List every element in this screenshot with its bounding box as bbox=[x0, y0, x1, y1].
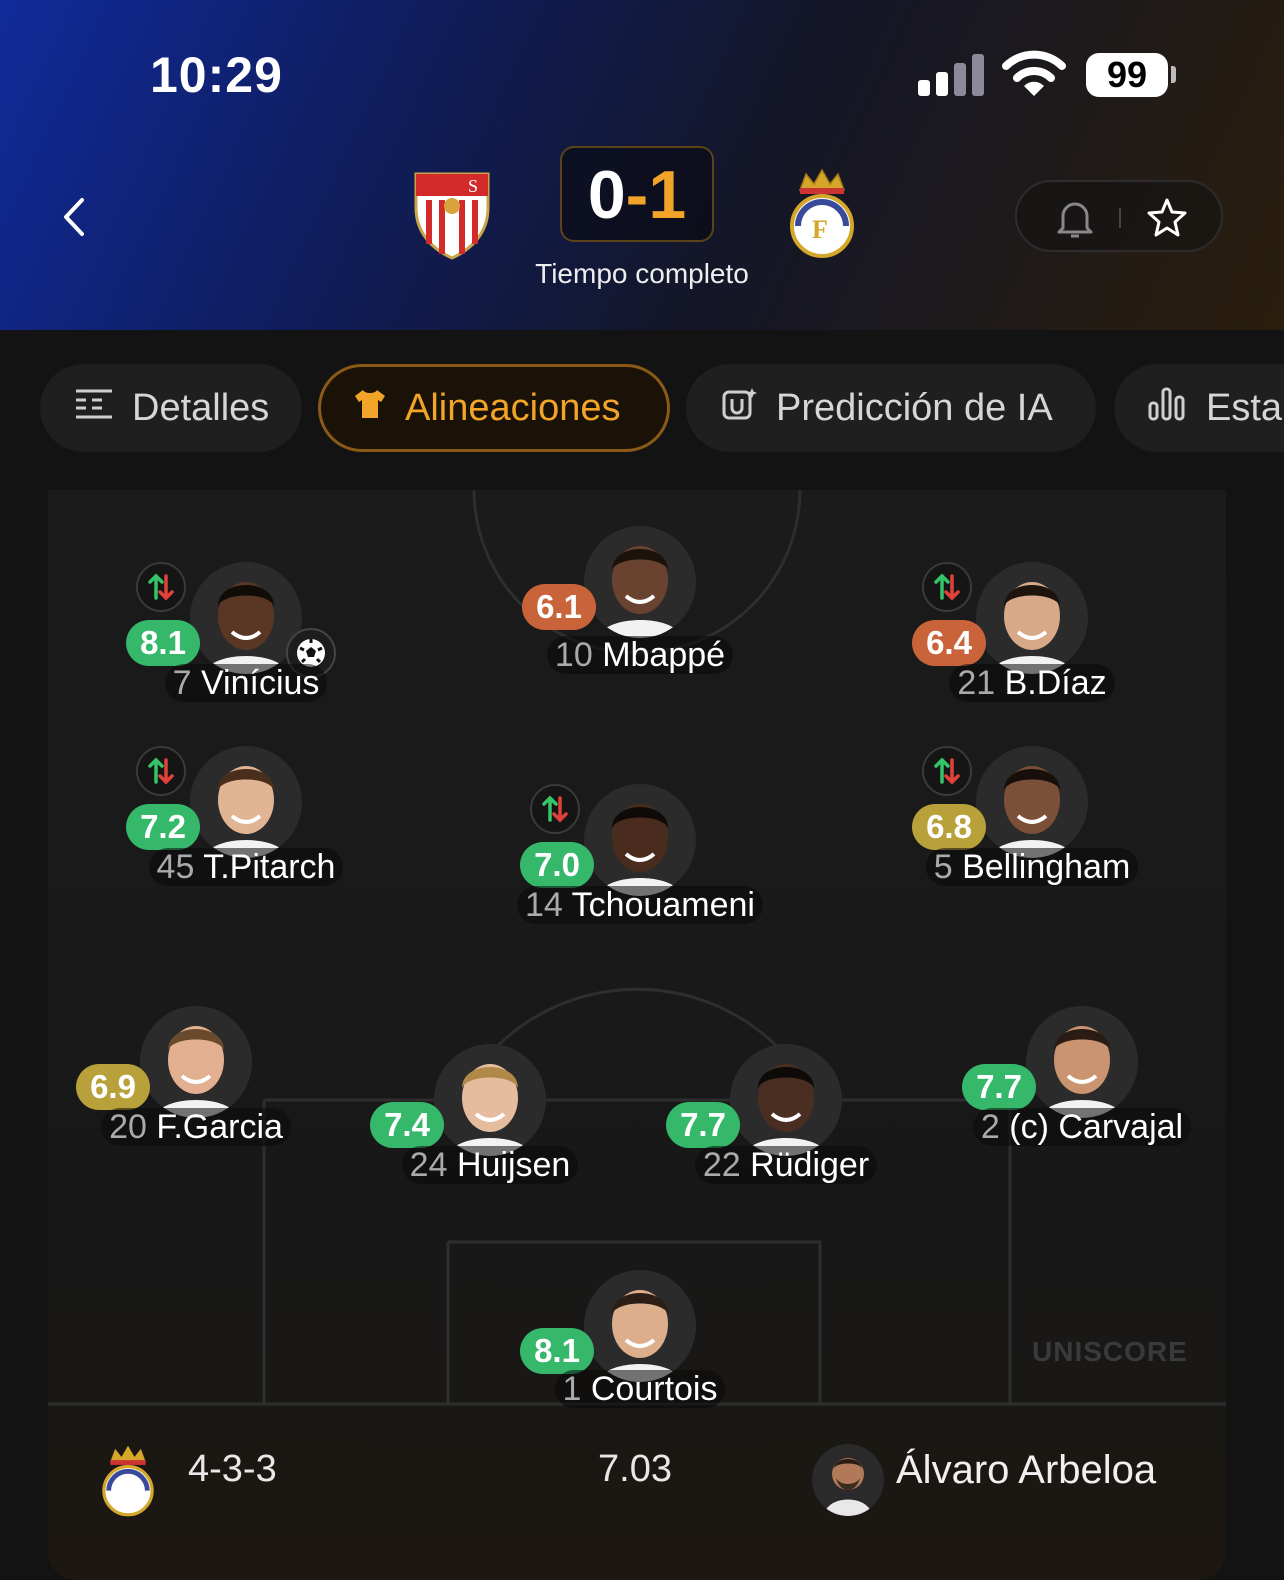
player-rating: 6.4 bbox=[912, 620, 986, 666]
player-name-label[interactable]: 24 Huijsen bbox=[340, 1146, 640, 1185]
coach-avatar[interactable] bbox=[812, 1444, 884, 1516]
player-number: 2 bbox=[980, 1108, 1000, 1146]
tab-alineaciones[interactable]: Alineaciones bbox=[318, 364, 670, 452]
svg-text:F: F bbox=[812, 215, 828, 244]
player-avatar[interactable] bbox=[190, 746, 302, 858]
tab-prediccion-ia[interactable]: Predicción de IA bbox=[686, 364, 1096, 452]
player-name: B.Díaz bbox=[1004, 664, 1107, 702]
status-time: 10:29 bbox=[150, 47, 283, 103]
tab-label: Alineaciones bbox=[405, 386, 621, 429]
real-madrid-crest-icon[interactable]: F bbox=[788, 168, 856, 265]
coach-name[interactable]: Álvaro Arbeloa bbox=[896, 1448, 1156, 1493]
tab-estadisticas[interactable]: Esta bbox=[1114, 364, 1284, 452]
player-number: 20 bbox=[109, 1108, 147, 1146]
player-name-label[interactable]: 20 F.Garcia bbox=[48, 1108, 346, 1147]
uniscore-watermark: UNISCORE bbox=[1032, 1336, 1188, 1367]
player-name: F.Garcia bbox=[156, 1108, 283, 1146]
shirt-icon bbox=[353, 387, 387, 430]
player-name-label[interactable]: 10 Mbappé bbox=[490, 636, 790, 675]
player-name: Bellingham bbox=[962, 848, 1131, 886]
actions-divider bbox=[1119, 208, 1121, 228]
tab-detalles[interactable]: Detalles bbox=[40, 364, 302, 452]
substitution-icon bbox=[136, 746, 186, 796]
substitution-icon bbox=[136, 562, 186, 612]
player-rating: 8.1 bbox=[520, 1328, 594, 1374]
player-rating: 6.9 bbox=[76, 1064, 150, 1110]
player-number: 45 bbox=[156, 848, 195, 886]
player-name: (c) Carvajal bbox=[1009, 1108, 1184, 1146]
player-avatar[interactable] bbox=[584, 1270, 696, 1382]
player-avatar[interactable] bbox=[730, 1044, 842, 1156]
ai-icon bbox=[722, 386, 758, 430]
player-avatar[interactable] bbox=[140, 1006, 252, 1118]
scoreboard: 0-1 bbox=[560, 146, 714, 242]
team-average-rating: 7.03 bbox=[598, 1448, 672, 1490]
player-rating: 7.7 bbox=[962, 1064, 1036, 1110]
substitution-icon bbox=[922, 562, 972, 612]
player-name: T.Pitarch bbox=[203, 848, 336, 886]
bell-icon[interactable] bbox=[1055, 196, 1095, 245]
bar-chart-icon bbox=[1148, 385, 1188, 431]
player-avatar[interactable] bbox=[976, 562, 1088, 674]
player-number: 21 bbox=[957, 664, 996, 702]
player-rating: 7.0 bbox=[520, 842, 594, 888]
match-actions bbox=[1015, 180, 1223, 252]
player-rating: 7.2 bbox=[126, 804, 200, 850]
real-madrid-crest-icon bbox=[100, 1444, 156, 1523]
score-separator: - bbox=[625, 157, 649, 233]
player-name-label[interactable]: 2 (c) Carvajal bbox=[932, 1108, 1226, 1147]
player-number: 1 bbox=[562, 1370, 582, 1408]
substitution-icon bbox=[530, 784, 580, 834]
player-name: Tchouameni bbox=[571, 886, 755, 924]
player-number: 14 bbox=[524, 886, 563, 924]
player-avatar[interactable] bbox=[584, 784, 696, 896]
star-icon[interactable] bbox=[1145, 196, 1189, 245]
formation: 4-3-3 bbox=[188, 1448, 277, 1490]
player-rating: 6.1 bbox=[522, 584, 596, 630]
player-number: 7 bbox=[172, 664, 192, 702]
player-avatar[interactable] bbox=[584, 526, 696, 638]
match-header: 10:29 99 S 0-1 Tiempo completo F bbox=[0, 0, 1284, 330]
player-name: Courtois bbox=[590, 1370, 718, 1408]
player-number: 5 bbox=[933, 848, 953, 886]
battery-tip bbox=[1171, 66, 1176, 83]
player-name-label[interactable]: 22 Rüdiger bbox=[636, 1146, 936, 1185]
player-name: Rüdiger bbox=[750, 1146, 870, 1184]
player-avatar[interactable] bbox=[434, 1044, 546, 1156]
player-avatar[interactable] bbox=[976, 746, 1088, 858]
player-number: 24 bbox=[409, 1146, 448, 1184]
player-rating: 8.1 bbox=[126, 620, 200, 666]
player-avatar[interactable] bbox=[190, 562, 302, 674]
substitution-icon bbox=[922, 746, 972, 796]
sevilla-crest-icon[interactable]: S bbox=[412, 168, 492, 265]
player-name-label[interactable]: 1 Courtois bbox=[490, 1370, 790, 1409]
player-name-label[interactable]: 14 Tchouameni bbox=[490, 886, 790, 925]
lineup-pitch: UNISCORE 6.1 10 Mbappé 8.1 7 Vinícius 6.4… bbox=[48, 490, 1226, 1580]
player-number: 22 bbox=[702, 1146, 741, 1184]
player-rating: 6.8 bbox=[912, 804, 986, 850]
player-name: Huijsen bbox=[456, 1146, 571, 1184]
player-avatar[interactable] bbox=[1026, 1006, 1138, 1118]
player-rating: 7.4 bbox=[370, 1102, 444, 1148]
list-icon bbox=[74, 387, 114, 430]
wifi-icon bbox=[1002, 50, 1066, 103]
player-name-label[interactable]: 5 Bellingham bbox=[882, 848, 1182, 887]
battery-indicator: 99 bbox=[1086, 53, 1168, 97]
player-number: 10 bbox=[554, 636, 593, 674]
player-name: Mbappé bbox=[602, 636, 726, 674]
player-name-label[interactable]: 45 T.Pitarch bbox=[96, 848, 396, 887]
cellular-signal-icon bbox=[918, 54, 984, 96]
player-name-label[interactable]: 21 B.Díaz bbox=[882, 664, 1182, 703]
player-name-label[interactable]: 7 Vinícius bbox=[96, 664, 396, 703]
away-score: 1 bbox=[648, 157, 687, 233]
player-name: Vinícius bbox=[200, 664, 320, 702]
tab-label: Esta bbox=[1206, 386, 1283, 429]
back-button[interactable] bbox=[54, 192, 94, 242]
tab-label: Detalles bbox=[132, 386, 270, 429]
match-status: Tiempo completo bbox=[535, 258, 749, 289]
player-rating: 7.7 bbox=[666, 1102, 740, 1148]
home-score: 0 bbox=[587, 157, 626, 233]
tab-label: Predicción de IA bbox=[776, 386, 1053, 429]
svg-text:S: S bbox=[468, 176, 478, 196]
